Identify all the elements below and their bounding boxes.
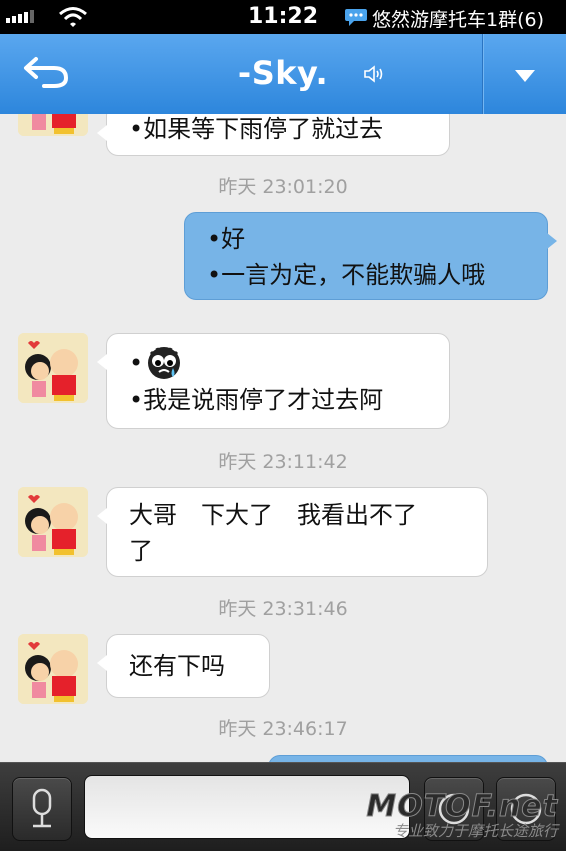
avatar[interactable]	[18, 634, 88, 704]
message-text: •如果等下雨停了就过去	[129, 115, 384, 143]
message-bubble[interactable]: 还有下吗	[97, 634, 270, 698]
message-bubble-outgoing[interactable]: •好 •一言为定，不能欺骗人哦	[184, 212, 557, 300]
input-toolbar: MOTOF.net 专业致力于摩托长途旅行	[0, 762, 566, 851]
message-timestamp: 昨天 23:31:46	[218, 598, 348, 620]
qq-chat-icon	[345, 9, 367, 26]
message-text: •	[129, 349, 144, 377]
microphone-icon	[32, 788, 52, 828]
nav-bar: -Sky.	[0, 34, 566, 115]
menu-dropdown-button[interactable]	[484, 34, 566, 114]
message-list[interactable]: •如果等下雨停了就过去 昨天 23:01:20 •好 •一言为定，不能欺骗人哦 …	[0, 114, 566, 762]
avatar[interactable]	[18, 487, 88, 557]
message-text: •我是说雨停了才过去阿	[129, 386, 384, 414]
message-text: 还有下吗	[129, 652, 225, 680]
message-timestamp: 昨天 23:46:17	[218, 718, 348, 740]
watermark-title: MOTOF.net	[366, 789, 558, 825]
status-notification[interactable]: 悠然游摩托车1群(6)	[372, 5, 544, 32]
crying-face-icon	[148, 347, 181, 379]
voice-button[interactable]	[12, 777, 72, 841]
avatar[interactable]	[18, 114, 88, 136]
nav-divider	[482, 34, 483, 114]
message-text: •好	[207, 225, 246, 253]
message-bubble[interactable]: 大哥 下大了 我看出不了 了	[97, 487, 488, 577]
status-bar: 11:22 悠然游摩托车1群(6)	[0, 0, 566, 34]
message-timestamp: 昨天 23:01:20	[218, 176, 348, 198]
avatar[interactable]	[18, 333, 88, 403]
dropdown-triangle-icon	[515, 70, 535, 82]
message-text: 了	[129, 537, 153, 565]
message-bubble-outgoing[interactable]	[268, 755, 548, 762]
message-bubble[interactable]: • •我是说雨停了才过去阿	[97, 333, 450, 429]
watermark-subtitle: 专业致力于摩托长途旅行	[392, 822, 558, 840]
watermark: MOTOF.net 专业致力于摩托长途旅行	[366, 789, 558, 841]
message-text: 大哥 下大了 我看出不了	[129, 501, 417, 529]
message-timestamp: 昨天 23:11:42	[218, 451, 348, 473]
speaker-icon[interactable]	[362, 62, 386, 86]
message-input[interactable]	[84, 775, 410, 839]
message-text: •一言为定，不能欺骗人哦	[207, 261, 486, 289]
message-bubble[interactable]: •如果等下雨停了就过去	[97, 114, 450, 156]
